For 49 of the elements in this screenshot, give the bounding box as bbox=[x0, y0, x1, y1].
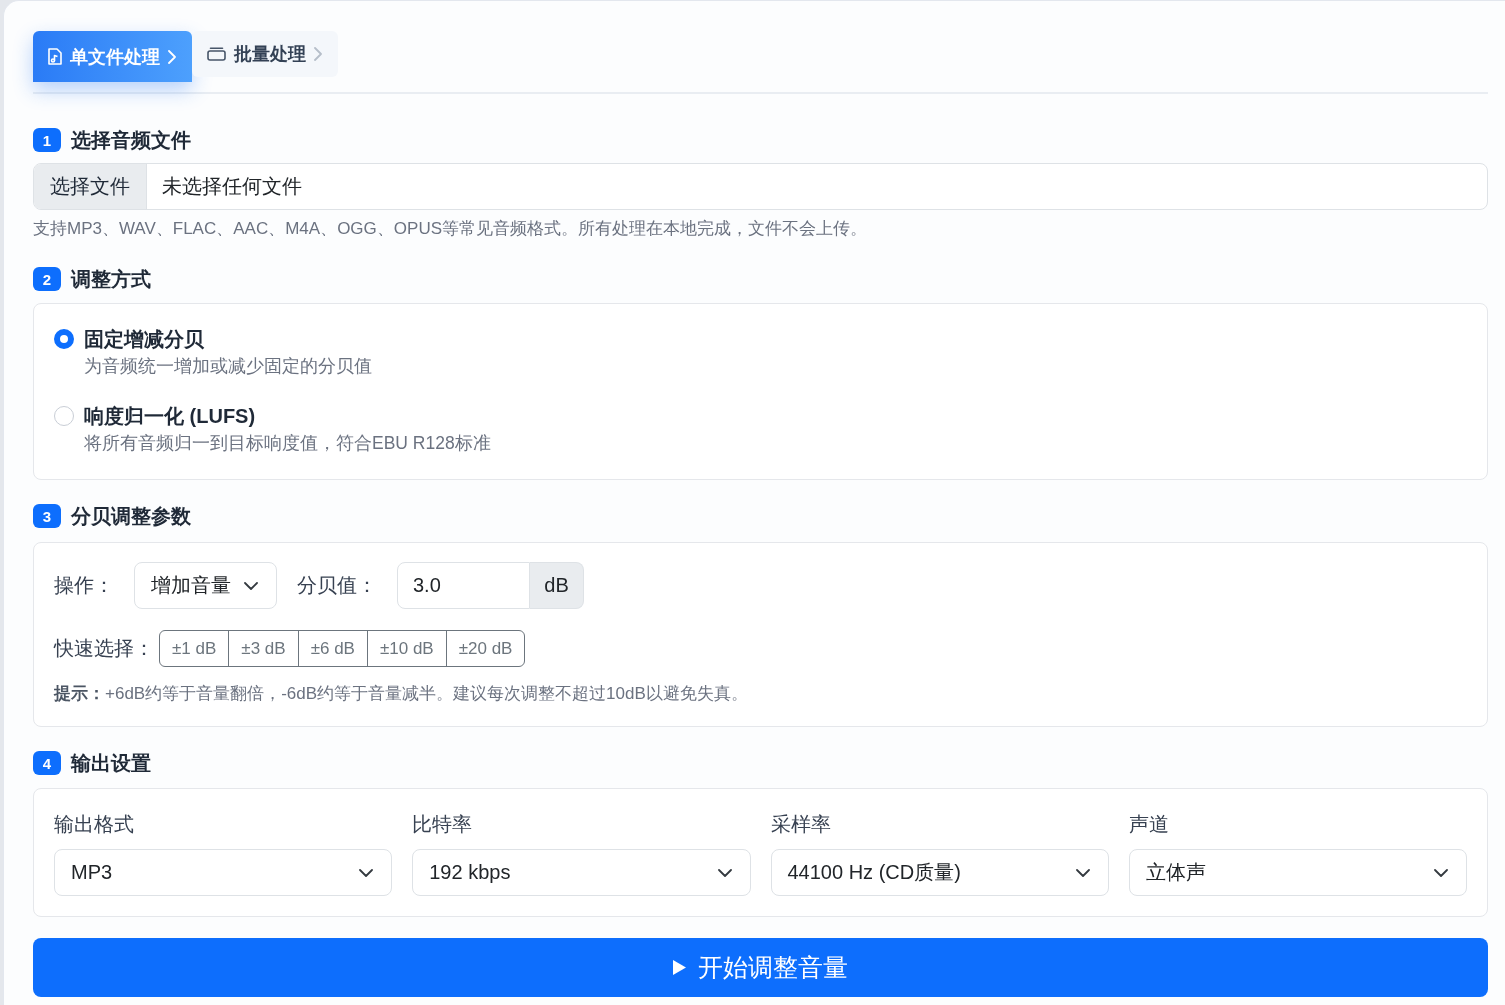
section-title: 选择音频文件 bbox=[71, 128, 191, 153]
field-label: 操作： bbox=[54, 573, 114, 598]
step-number-badge: 3 bbox=[33, 504, 61, 528]
dropdown-select[interactable]: 192 kbps bbox=[412, 849, 751, 896]
play-icon bbox=[673, 960, 686, 975]
chevron-right-icon bbox=[168, 49, 176, 64]
chevron-down-icon bbox=[1434, 868, 1448, 877]
chevron-down-icon bbox=[244, 581, 258, 590]
stack-icon bbox=[207, 47, 226, 61]
dropdown-select[interactable]: 44100 Hz (CD质量) bbox=[770, 849, 1109, 896]
file-input[interactable]: 选择文件 未选择任何文件 bbox=[33, 163, 1488, 210]
choose-file-button[interactable]: 选择文件 bbox=[34, 164, 147, 209]
quick-select-button[interactable]: ±6 dB bbox=[297, 630, 368, 667]
field-label: 输出格式 bbox=[54, 812, 135, 837]
field-label: 分贝值： bbox=[297, 573, 377, 598]
section-title: 输出设置 bbox=[71, 751, 151, 776]
section-title: 调整方式 bbox=[71, 267, 151, 292]
option-label: 固定增减分贝 bbox=[84, 327, 205, 352]
help-text: 支持MP3、WAV、FLAC、AAC、M4A、OGG、OPUS等常见音频格式。所有处理在本地完成，文件不会上传。 bbox=[33, 218, 868, 240]
option-description: 为音频统一增加或减少固定的分贝值 bbox=[84, 355, 372, 378]
field-label: 比特率 bbox=[412, 812, 474, 837]
file-status-text: 未选择任何文件 bbox=[161, 174, 302, 199]
option-description: 将所有音频归一到目标响度值，符合EBU R128标准 bbox=[84, 432, 491, 455]
music-file-icon bbox=[48, 48, 62, 65]
chevron-right-icon bbox=[314, 47, 322, 61]
operation-select[interactable]: 增加音量 bbox=[134, 562, 277, 609]
field-label: 声道 bbox=[1128, 812, 1170, 837]
field-label: 快速选择： bbox=[54, 636, 154, 661]
chevron-down-icon bbox=[1075, 868, 1090, 877]
step-number-badge: 2 bbox=[33, 267, 61, 291]
radio-button[interactable] bbox=[54, 329, 74, 349]
dropdown-select[interactable]: 立体声 bbox=[1128, 849, 1467, 896]
quick-select-button[interactable]: ±20 dB bbox=[445, 630, 526, 667]
hint-text: 提示：+6dB约等于音量翻倍，-6dB约等于音量减半。建议每次调整不超过10dB以避免失真。 bbox=[54, 683, 749, 705]
section-title: 分贝调整参数 bbox=[71, 504, 191, 529]
step-number-badge: 1 bbox=[33, 128, 61, 152]
start-button[interactable]: 开始调整音量 bbox=[33, 938, 1488, 997]
tab[interactable]: 批量处理 bbox=[192, 31, 338, 77]
dropdown-select[interactable]: MP3 bbox=[54, 849, 393, 896]
db-value-input[interactable]: 3.0 bbox=[397, 562, 530, 609]
quick-select-button[interactable]: ±3 dB bbox=[228, 630, 299, 667]
quick-select-button[interactable]: ±1 dB bbox=[159, 630, 230, 667]
unit-addon: dB bbox=[530, 562, 584, 609]
option-label: 响度归一化 (LUFS) bbox=[84, 404, 257, 429]
chevron-down-icon bbox=[359, 868, 374, 877]
field-label: 采样率 bbox=[770, 812, 832, 837]
quick-select-button[interactable]: ±10 dB bbox=[366, 630, 447, 667]
step-number-badge: 4 bbox=[33, 751, 61, 775]
chevron-down-icon bbox=[717, 868, 732, 877]
